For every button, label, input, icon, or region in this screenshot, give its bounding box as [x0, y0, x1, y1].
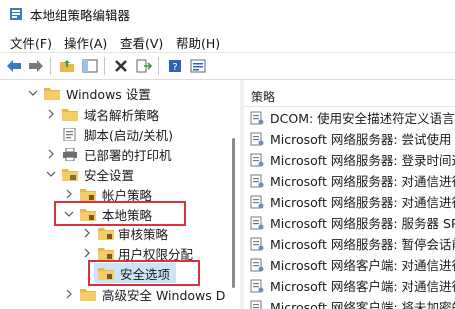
tree-item-name-resolution-policy[interactable]: 域名解析策略	[46, 104, 159, 124]
tree-item-windows-settings[interactable]: Windows 设置	[28, 83, 151, 103]
show-hide-tree-icon[interactable]	[80, 56, 100, 76]
policy-name: Microsoft 网络服务器: 尝试使用 S4	[270, 132, 455, 147]
script-icon	[63, 127, 76, 141]
toolbar: ?	[0, 53, 455, 80]
chevron-down-icon[interactable]	[28, 88, 38, 98]
policy-name: Microsoft 网络服务器: 服务器 SPN	[270, 216, 455, 231]
folder-icon	[62, 108, 78, 121]
tree-item-label: 审核策略	[118, 226, 169, 242]
tree-pane: Windows 设置 域名解析策略 脚本(启动/关机) 已部署的打印机 安全设置	[0, 80, 240, 309]
scrollbar-thumb[interactable]	[232, 138, 235, 288]
menu-help[interactable]: 帮助(H)	[176, 33, 220, 52]
chevron-right-icon[interactable]	[64, 189, 74, 199]
policy-name: Microsoft 网络客户端: 对通信进行	[270, 279, 455, 294]
export-list-icon[interactable]	[134, 56, 154, 76]
menu-file[interactable]: 文件(F)	[10, 33, 52, 52]
policy-name: Microsoft 网络客户端: 将未加密的	[270, 300, 455, 309]
folder-lock-icon	[98, 247, 114, 260]
window-title: 本地组策略编辑器	[30, 8, 131, 23]
policy-row[interactable]: Microsoft 网络服务器: 对通信进行	[250, 170, 455, 191]
policy-row[interactable]: Microsoft 网络客户端: 对通信进行	[250, 254, 455, 275]
policy-setting-icon	[250, 195, 264, 208]
chevron-right-icon[interactable]	[46, 109, 56, 119]
policy-row[interactable]: Microsoft 网络客户端: 对通信进行	[250, 275, 455, 296]
menu-bar: 文件(F) 操作(A) 查看(V) 帮助(H)	[0, 30, 455, 53]
tree-item-audit-policy[interactable]: 审核策略	[82, 223, 168, 243]
folder-lock-icon	[80, 188, 96, 201]
properties-icon[interactable]	[188, 56, 208, 76]
back-arrow-icon[interactable]	[4, 56, 24, 76]
tree-item-scripts[interactable]: 脚本(启动/关机)	[62, 124, 173, 144]
menu-action[interactable]: 操作(A)	[64, 33, 107, 52]
tree-scrollbar[interactable]	[229, 80, 239, 309]
tree-item-deployed-printers[interactable]: 已部署的打印机	[46, 144, 172, 164]
chevron-right-icon[interactable]	[82, 228, 92, 238]
policy-name: DCOM: 使用安全描述符定义语言(S	[270, 111, 455, 126]
title-bar: 本地组策略编辑器	[0, 0, 455, 28]
policy-row[interactable]: Microsoft 网络服务器: 尝试使用 S4	[250, 128, 455, 149]
policy-setting-icon	[250, 216, 264, 229]
policy-row[interactable]: Microsoft 网络服务器: 登录时间过	[250, 149, 455, 170]
tree-item-security-settings[interactable]: 安全设置	[46, 164, 134, 184]
tree-item-partial[interactable]	[64, 304, 96, 309]
policy-setting-icon	[250, 237, 264, 250]
policy-setting-icon	[250, 258, 264, 271]
policy-setting-icon	[250, 111, 264, 124]
chevron-right-icon[interactable]	[46, 149, 56, 159]
policy-row[interactable]: Microsoft 网络客户端: 将未加密的	[250, 296, 455, 309]
column-header-label: 策略	[251, 90, 276, 104]
policy-name: Microsoft 网络服务器: 对通信进行	[270, 174, 455, 189]
svg-text:?: ?	[172, 62, 177, 73]
policy-row[interactable]: Microsoft 网络服务器: 对通信进行	[250, 191, 455, 212]
up-folder-icon[interactable]	[57, 56, 77, 76]
policy-name: Microsoft 网络客户端: 对通信进行	[270, 258, 455, 273]
tree-item-label: 域名解析策略	[84, 107, 160, 123]
policy-row[interactable]: DCOM: 使用安全描述符定义语言(S	[250, 107, 455, 128]
chevron-right-icon[interactable]	[64, 289, 74, 299]
policy-setting-icon	[250, 153, 264, 166]
tree-item-label: 脚本(启动/关机)	[84, 127, 173, 143]
highlight-box-security-options	[88, 260, 200, 286]
chevron-right-icon[interactable]	[82, 248, 92, 258]
folder-icon	[44, 87, 60, 100]
firewall-folder-icon	[80, 288, 96, 301]
tree-item-label: 已部署的打印机	[84, 147, 172, 163]
help-icon[interactable]: ?	[165, 56, 185, 76]
tree-item-advanced-firewall[interactable]: 高级安全 Windows D	[64, 284, 225, 304]
delete-x-icon[interactable]	[111, 56, 131, 76]
policy-setting-icon	[250, 300, 263, 309]
policy-setting-icon	[250, 174, 264, 187]
tree-item-label: 安全设置	[84, 167, 135, 183]
policy-name: Microsoft 网络服务器: 暂停会话前	[270, 237, 455, 252]
policy-name: Microsoft 网络服务器: 对通信进行	[270, 195, 455, 210]
policy-name: Microsoft 网络服务器: 登录时间过	[270, 153, 455, 168]
forward-arrow-icon[interactable]	[26, 56, 46, 76]
policy-setting-icon	[250, 132, 264, 145]
column-header-policy[interactable]: 策略	[244, 86, 455, 107]
security-folder-icon	[62, 168, 78, 181]
policy-row[interactable]: Microsoft 网络服务器: 服务器 SPN	[250, 212, 455, 233]
menu-view[interactable]: 查看(V)	[120, 33, 163, 52]
tree-item-label: Windows 设置	[66, 86, 151, 102]
policy-editor-icon	[10, 8, 22, 20]
policy-setting-icon	[250, 279, 264, 292]
chevron-down-icon[interactable]	[46, 169, 56, 179]
printer-icon	[63, 147, 77, 161]
tree-item-label: 高级安全 Windows D	[102, 287, 226, 303]
policy-row[interactable]: Microsoft 网络服务器: 暂停会话前	[250, 233, 455, 254]
policy-list-pane: 策略 DCOM: 使用安全描述符定义语言(S Microsoft 网络服务器: …	[244, 80, 455, 309]
folder-lock-icon	[98, 227, 114, 240]
